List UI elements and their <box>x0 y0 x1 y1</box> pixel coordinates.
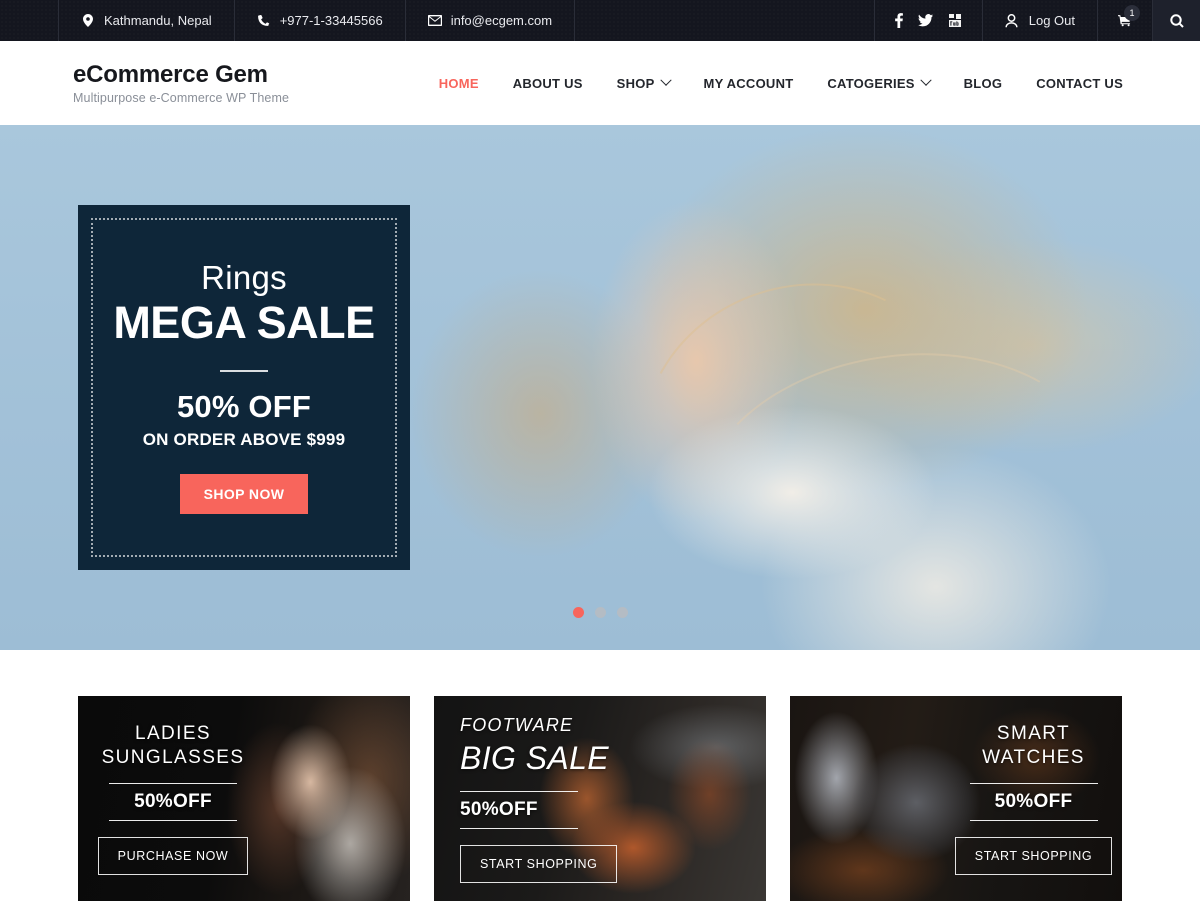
chevron-down-icon <box>920 74 932 86</box>
card-kicker: SMART <box>996 723 1071 745</box>
slider-dot-3[interactable] <box>616 607 628 618</box>
hero-slider: Rings MEGA SALE 50% OFF ON ORDER ABOVE $… <box>0 125 1200 650</box>
purchase-now-button[interactable]: PURCHASE NOW <box>97 836 249 875</box>
site-header: eCommerce Gem Multipurpose e-Commerce WP… <box>0 41 1200 125</box>
promo-card-ladies-sunglasses[interactable]: LADIES SUNGLASSES 50%OFF PURCHASE NOW <box>78 696 410 901</box>
promo-card-footware-big-sale[interactable]: FOOTWARE BIG SALE 50%OFF START SHOPPING <box>434 696 766 901</box>
cart-button[interactable]: 1 <box>1098 0 1153 41</box>
card-kicker: LADIES <box>135 723 211 745</box>
hero-promo-box: Rings MEGA SALE 50% OFF ON ORDER ABOVE $… <box>78 205 410 570</box>
chevron-down-icon <box>659 74 672 86</box>
topbar-location: Kathmandu, Nepal <box>58 0 235 41</box>
search-button[interactable] <box>1153 0 1200 41</box>
card-discount-wrap: 50%OFF <box>109 782 237 821</box>
topbar-email-text: info@ecgem.com <box>450 13 553 28</box>
account-logout-label: Log Out <box>1028 13 1075 28</box>
brand-title: eCommerce Gem <box>73 60 268 88</box>
brand-tagline: Multipurpose e-Commerce WP Theme <box>73 91 290 106</box>
topbar-email[interactable]: info@ecgem.com <box>406 0 576 41</box>
nav-label-about-us: ABOUT US <box>512 75 583 91</box>
nav-label-my-account: MY ACCOUNT <box>703 75 794 91</box>
social-links <box>873 0 983 41</box>
nav-item-about-us[interactable]: ABOUT US <box>496 76 600 91</box>
card-kicker: FOOTWARE <box>460 715 574 736</box>
slider-pagination <box>0 607 1200 618</box>
search-icon <box>1169 13 1184 28</box>
nav-label-catogeries: CATOGERIES <box>827 75 915 91</box>
card-title: WATCHES <box>982 747 1085 768</box>
phone-icon <box>257 14 271 27</box>
promo-kicker: Rings <box>201 259 287 297</box>
slider-dot-1[interactable] <box>572 607 584 618</box>
card-content: LADIES SUNGLASSES 50%OFF PURCHASE NOW <box>78 696 410 901</box>
nav-item-shop[interactable]: SHOP <box>600 74 687 91</box>
hero-promo-inner: Rings MEGA SALE 50% OFF ON ORDER ABOVE $… <box>91 218 397 557</box>
promo-divider <box>220 369 268 372</box>
start-shopping-button[interactable]: START SHOPPING <box>460 844 618 883</box>
start-shopping-button[interactable]: START SHOPPING <box>954 836 1113 875</box>
promo-card-row: LADIES SUNGLASSES 50%OFF PURCHASE NOW FO… <box>0 650 1200 901</box>
nav-item-my-account[interactable]: MY ACCOUNT <box>687 76 811 91</box>
topbar-phone[interactable]: +977-1-33445566 <box>235 0 406 41</box>
card-discount: 50%OFF <box>134 790 212 812</box>
nav-item-blog[interactable]: BLOG <box>947 76 1020 91</box>
top-bar-actions: Log Out 1 <box>873 0 1200 41</box>
youtube-icon[interactable] <box>948 14 962 27</box>
facebook-icon[interactable] <box>894 13 903 28</box>
card-discount: 50%OFF <box>460 798 538 820</box>
promo-title: MEGA SALE <box>113 297 375 349</box>
nav-label-home: HOME <box>438 75 479 91</box>
slider-dot-2[interactable] <box>594 607 606 618</box>
nav-item-contact-us[interactable]: CONTACT US <box>1019 76 1140 91</box>
topbar-location-text: Kathmandu, Nepal <box>104 13 212 28</box>
promo-card-smart-watches[interactable]: SMART WATCHES 50%OFF START SHOPPING <box>790 696 1122 901</box>
card-discount-wrap: 50%OFF <box>969 782 1098 821</box>
nav-item-catogeries[interactable]: CATOGERIES <box>810 74 946 91</box>
promo-condition: ON ORDER ABOVE $999 <box>142 429 346 449</box>
nav-label-blog: BLOG <box>963 75 1003 91</box>
twitter-icon[interactable] <box>917 14 933 27</box>
nav-label-contact-us: CONTACT US <box>1036 75 1123 91</box>
cart-count-badge: 1 <box>1124 5 1140 21</box>
card-title: SUNGLASSES <box>101 747 245 768</box>
card-title: BIG SALE <box>460 739 610 776</box>
card-discount: 50%OFF <box>994 790 1073 812</box>
main-navigation: HOME ABOUT US SHOP MY ACCOUNT CATOGERIES… <box>422 74 1140 91</box>
location-pin-icon <box>81 14 95 27</box>
brand-logo[interactable]: eCommerce Gem Multipurpose e-Commerce WP… <box>73 61 289 106</box>
card-content: FOOTWARE BIG SALE 50%OFF START SHOPPING <box>434 696 766 901</box>
card-discount-wrap: 50%OFF <box>460 790 578 829</box>
shop-now-button[interactable]: SHOP NOW <box>179 473 309 514</box>
topbar-phone-text: +977-1-33445566 <box>279 13 383 28</box>
top-bar: Kathmandu, Nepal +977-1-33445566 info@ec… <box>0 0 1200 41</box>
promo-discount: 50% OFF <box>176 388 312 424</box>
top-bar-contact-group: Kathmandu, Nepal +977-1-33445566 info@ec… <box>0 0 576 41</box>
card-content: SMART WATCHES 50%OFF START SHOPPING <box>790 696 1122 901</box>
account-logout-link[interactable]: Log Out <box>983 0 1098 41</box>
nav-item-home[interactable]: HOME <box>422 76 496 91</box>
envelope-icon <box>427 15 442 26</box>
nav-label-shop: SHOP <box>616 75 655 91</box>
user-icon <box>1005 13 1019 28</box>
